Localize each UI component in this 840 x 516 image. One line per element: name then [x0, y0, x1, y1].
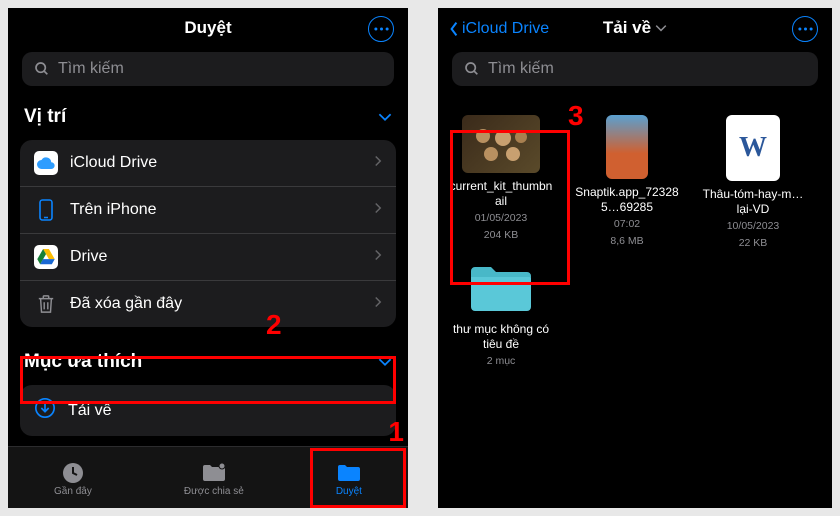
more-button[interactable] [792, 16, 818, 42]
locations-list: iCloud Drive Trên iPhone Drive [20, 140, 396, 327]
tab-recents[interactable]: Gần đây [54, 462, 92, 497]
chevron-right-icon [374, 295, 382, 313]
annotation-num-1: 1 [388, 416, 404, 448]
cloud-icon [34, 151, 58, 175]
file-item[interactable]: Snaptik.app_723285…69285 07:02 8,6 MB [574, 115, 680, 250]
annotation-num-3: 3 [568, 100, 584, 132]
chevron-right-icon [374, 201, 382, 219]
folder-item[interactable]: thư mục không có tiêu đề 2 mục [448, 260, 554, 369]
file-grid: current_kit_thumbnail 01/05/2023 204 KB … [438, 100, 832, 384]
folder-shared-icon [201, 462, 227, 484]
file-thumbnail-doc: W [726, 115, 780, 181]
more-button[interactable] [368, 16, 394, 42]
location-trash[interactable]: Đã xóa gần đây [20, 280, 396, 327]
gdrive-icon [34, 245, 58, 269]
header: Duyệt [8, 8, 408, 44]
search-placeholder: Tìm kiếm [488, 60, 554, 78]
chevron-right-icon [374, 248, 382, 266]
search-placeholder: Tìm kiếm [58, 60, 124, 78]
search-input[interactable]: Tìm kiếm [452, 52, 818, 86]
chevron-left-icon [448, 21, 460, 37]
download-icon [34, 397, 56, 424]
file-item[interactable]: current_kit_thumbnail 01/05/2023 204 KB [448, 115, 554, 250]
section-locations-header[interactable]: Vị trí [8, 100, 408, 134]
chevron-right-icon [374, 154, 382, 172]
chevron-down-icon [655, 23, 667, 33]
tab-shared[interactable]: Được chia sẻ [184, 462, 244, 497]
favorites-list: Tải về [20, 385, 396, 436]
annotation-num-2: 2 [266, 309, 282, 341]
location-gdrive[interactable]: Drive [20, 233, 396, 280]
file-thumbnail-image [462, 115, 540, 173]
search-icon [464, 61, 480, 77]
favorite-downloads[interactable]: Tải về [20, 385, 396, 436]
header: iCloud Drive Tải về [438, 8, 832, 44]
section-favorites-header[interactable]: Mục ưa thích [8, 345, 408, 379]
screenshot-browse: Duyệt Tìm kiếm Vị trí iCloud Drive [8, 8, 408, 508]
location-iphone[interactable]: Trên iPhone [20, 186, 396, 233]
trash-icon [34, 292, 58, 316]
file-thumbnail-video [606, 115, 648, 179]
search-input[interactable]: Tìm kiếm [22, 52, 394, 86]
folder-icon [336, 462, 362, 484]
phone-icon [34, 198, 58, 222]
tab-browse[interactable]: Duyệt [336, 462, 362, 497]
screenshot-downloads: iCloud Drive Tải về Tìm kiếm current_kit… [438, 8, 832, 508]
chevron-down-icon [378, 357, 392, 367]
location-icloud[interactable]: iCloud Drive [20, 140, 396, 186]
page-title: Duyệt [22, 18, 394, 38]
back-button[interactable]: iCloud Drive [448, 20, 549, 38]
chevron-down-icon [378, 112, 392, 122]
file-item[interactable]: W Thâu-tóm-hay-m…lại-VD 10/05/2023 22 KB [700, 115, 806, 250]
folder-icon [465, 260, 537, 316]
clock-icon [60, 462, 86, 484]
tab-bar: Gần đây Được chia sẻ Duyệt [8, 446, 408, 508]
search-icon [34, 61, 50, 77]
